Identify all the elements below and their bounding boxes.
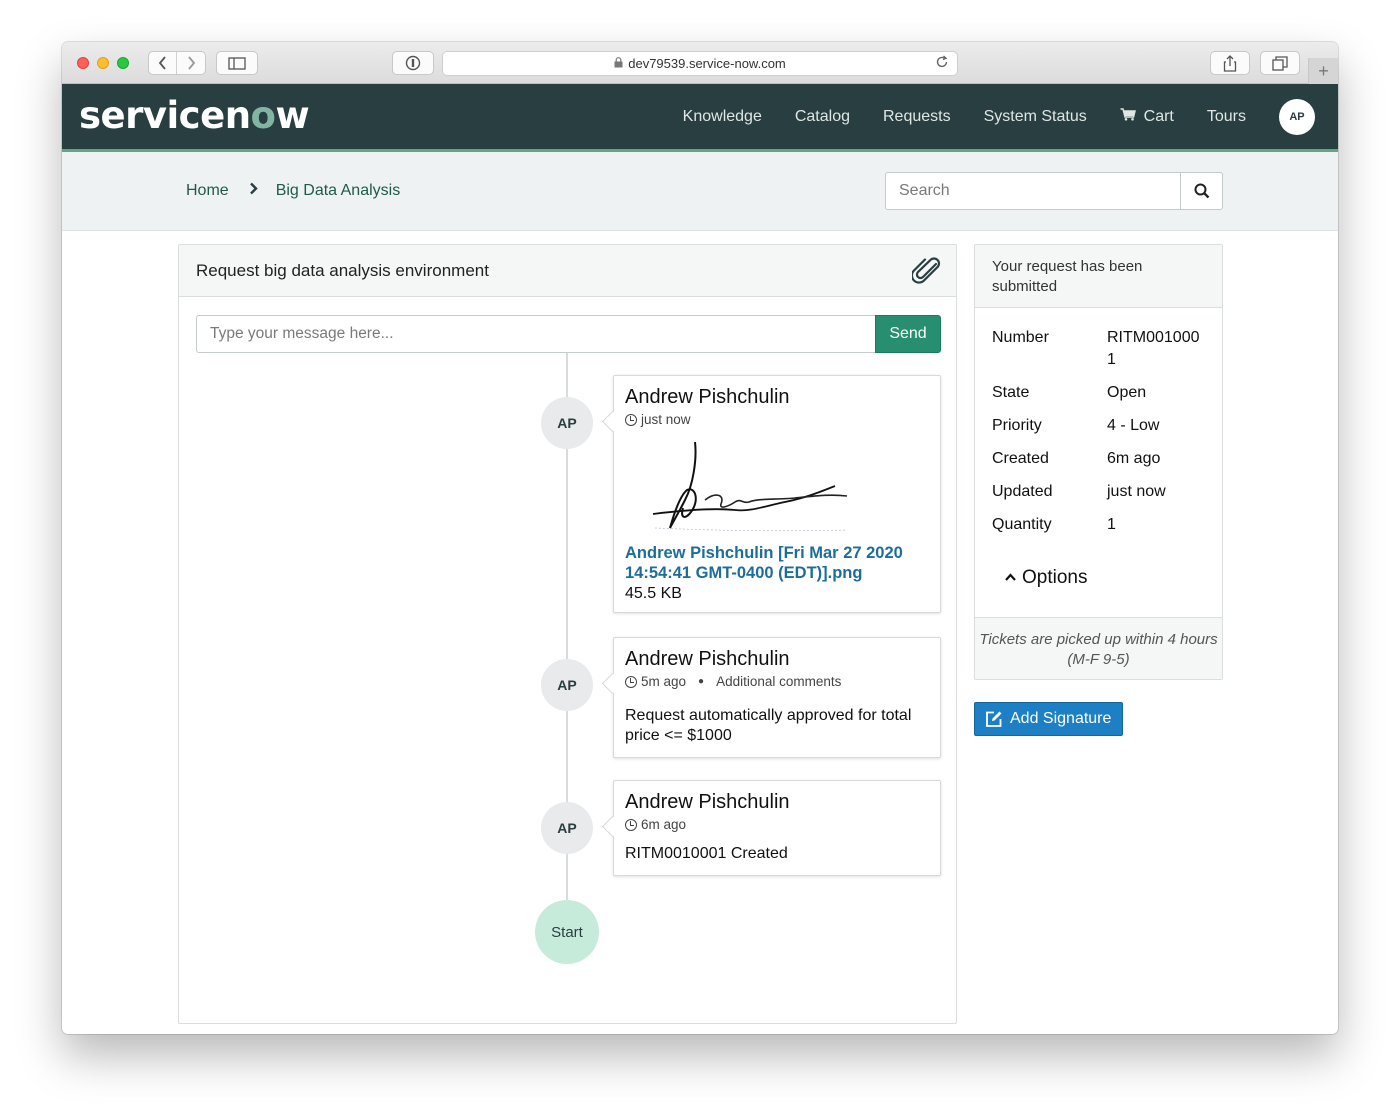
summary-heading: Your request has been submitted (975, 245, 1222, 308)
send-button[interactable]: Send (875, 315, 941, 353)
site-header: servicenow Knowledge Catalog Requests Sy… (62, 84, 1338, 152)
search-icon (1194, 183, 1209, 199)
nav-knowledge[interactable]: Knowledge (683, 108, 762, 126)
close-window-button[interactable] (77, 57, 89, 69)
entry-author: Andrew Pishchulin (625, 386, 790, 408)
field-label: State (992, 384, 1030, 401)
entry-time: just now (641, 412, 691, 427)
nav-cart[interactable]: Cart (1120, 108, 1174, 126)
options-label: Options (1022, 567, 1088, 588)
share-icon[interactable] (1210, 51, 1250, 75)
timeline-avatar: AP (541, 659, 593, 711)
field-value: 6m ago (1107, 450, 1161, 467)
chevron-up-icon (1005, 572, 1016, 584)
timeline-entry: Andrew Pishchulin 6m ago RITM0010001 Cre… (613, 780, 941, 876)
summary-row: Updated just now (992, 481, 1212, 503)
tab-overview-icon[interactable] (1260, 51, 1300, 75)
signature-image[interactable] (625, 440, 855, 545)
request-panel-header: Request big data analysis environment (179, 245, 956, 297)
entry-text: RITM0010001 Created (625, 845, 788, 862)
summary-row: Priority 4 - Low (992, 415, 1212, 437)
field-label: Number (992, 329, 1049, 346)
add-signature-button[interactable]: Add Signature (974, 702, 1123, 736)
forward-icon[interactable] (177, 52, 205, 74)
servicenow-logo[interactable]: servicenow (79, 94, 310, 137)
paperclip-icon[interactable] (910, 257, 942, 290)
entry-text: Request automatically approved for total… (625, 707, 912, 744)
field-value: RITM0010001 (1107, 329, 1200, 368)
options-toggle[interactable]: Options (1005, 567, 1087, 589)
field-label: Updated (992, 483, 1053, 500)
field-label: Priority (992, 417, 1042, 434)
lock-icon (614, 56, 623, 71)
clock-icon (625, 675, 637, 688)
minimize-window-button[interactable] (97, 57, 109, 69)
clock-icon (625, 818, 637, 831)
back-icon[interactable] (149, 52, 178, 74)
field-value: Open (1107, 384, 1147, 401)
browser-titlebar: dev79539.service-now.com + (62, 42, 1338, 84)
request-title: Request big data analysis environment (196, 261, 489, 280)
search-box (885, 172, 1223, 210)
clock-icon (625, 413, 637, 426)
password-manager-icon[interactable] (392, 51, 434, 75)
cart-icon (1120, 107, 1140, 124)
history-nav (148, 51, 206, 75)
request-panel: Request big data analysis environment Se… (178, 244, 957, 1024)
nav-requests[interactable]: Requests (883, 108, 951, 126)
breadcrumb: Home Big Data Analysis (186, 182, 400, 200)
entry-meta: 6m ago (625, 817, 686, 832)
breadcrumb-bar: Home Big Data Analysis (62, 152, 1338, 231)
field-value: 4 - Low (1107, 417, 1160, 434)
nav-catalog[interactable]: Catalog (795, 108, 850, 126)
summary-row: Quantity 1 (992, 514, 1212, 536)
summary-fields: Number RITM0010001 State Open Priority 4… (992, 327, 1212, 547)
summary-row: Created 6m ago (992, 448, 1212, 470)
message-composer: Send (196, 315, 941, 353)
timeline-entry: Andrew Pishchulin 5m ago ● Additional co… (613, 637, 941, 758)
address-bar[interactable]: dev79539.service-now.com (442, 51, 958, 76)
url-text: dev79539.service-now.com (628, 56, 786, 71)
search-button[interactable] (1180, 172, 1223, 210)
timeline-entry: Andrew Pishchulin just now Andrew Pishch… (613, 375, 941, 613)
timeline-avatar: AP (541, 397, 593, 449)
chevron-right-icon (249, 182, 258, 200)
entry-time: 5m ago (641, 674, 687, 689)
breadcrumb-home[interactable]: Home (186, 182, 229, 200)
add-signature-label: Add Signature (1010, 710, 1112, 727)
summary-row: Number RITM0010001 (992, 327, 1212, 371)
main-nav: Knowledge Catalog Requests System Status… (650, 84, 1246, 149)
browser-window: dev79539.service-now.com + servicenow Kn… (62, 42, 1338, 1034)
entry-meta: 5m ago ● Additional comments (625, 674, 841, 689)
nav-tours[interactable]: Tours (1207, 108, 1246, 126)
new-tab-icon[interactable]: + (1308, 58, 1338, 84)
entry-meta: just now (625, 412, 691, 427)
attachment-size: 45.5 KB (625, 585, 682, 602)
entry-author: Andrew Pishchulin (625, 791, 790, 813)
sidebar-toggle-icon[interactable] (216, 51, 258, 75)
reload-icon[interactable] (935, 55, 949, 72)
edit-icon (986, 711, 1002, 727)
entry-time: 6m ago (641, 817, 687, 832)
attachment-link[interactable]: Andrew Pishchulin [Fri Mar 27 2020 14:54… (625, 543, 925, 583)
nav-system-status[interactable]: System Status (984, 108, 1087, 126)
separator-dot: ● (698, 676, 705, 687)
nav-cart-label: Cart (1143, 107, 1174, 125)
summary-row: State Open (992, 382, 1212, 404)
field-value: 1 (1107, 516, 1116, 533)
field-label: Created (992, 450, 1049, 467)
timeline-avatar: AP (541, 802, 593, 854)
entry-author: Andrew Pishchulin (625, 648, 790, 670)
timeline-start: Start (535, 900, 599, 964)
entry-type: Additional comments (716, 674, 842, 689)
user-avatar[interactable]: AP (1279, 99, 1315, 135)
field-label: Quantity (992, 516, 1052, 533)
request-summary-panel: Your request has been submitted Number R… (974, 244, 1223, 680)
search-input[interactable] (885, 172, 1180, 210)
summary-footer: Tickets are picked up within 4 hours (M-… (975, 617, 1222, 679)
zoom-window-button[interactable] (117, 57, 129, 69)
field-value: just now (1107, 483, 1166, 500)
breadcrumb-current[interactable]: Big Data Analysis (276, 182, 401, 200)
message-input[interactable] (196, 315, 875, 353)
